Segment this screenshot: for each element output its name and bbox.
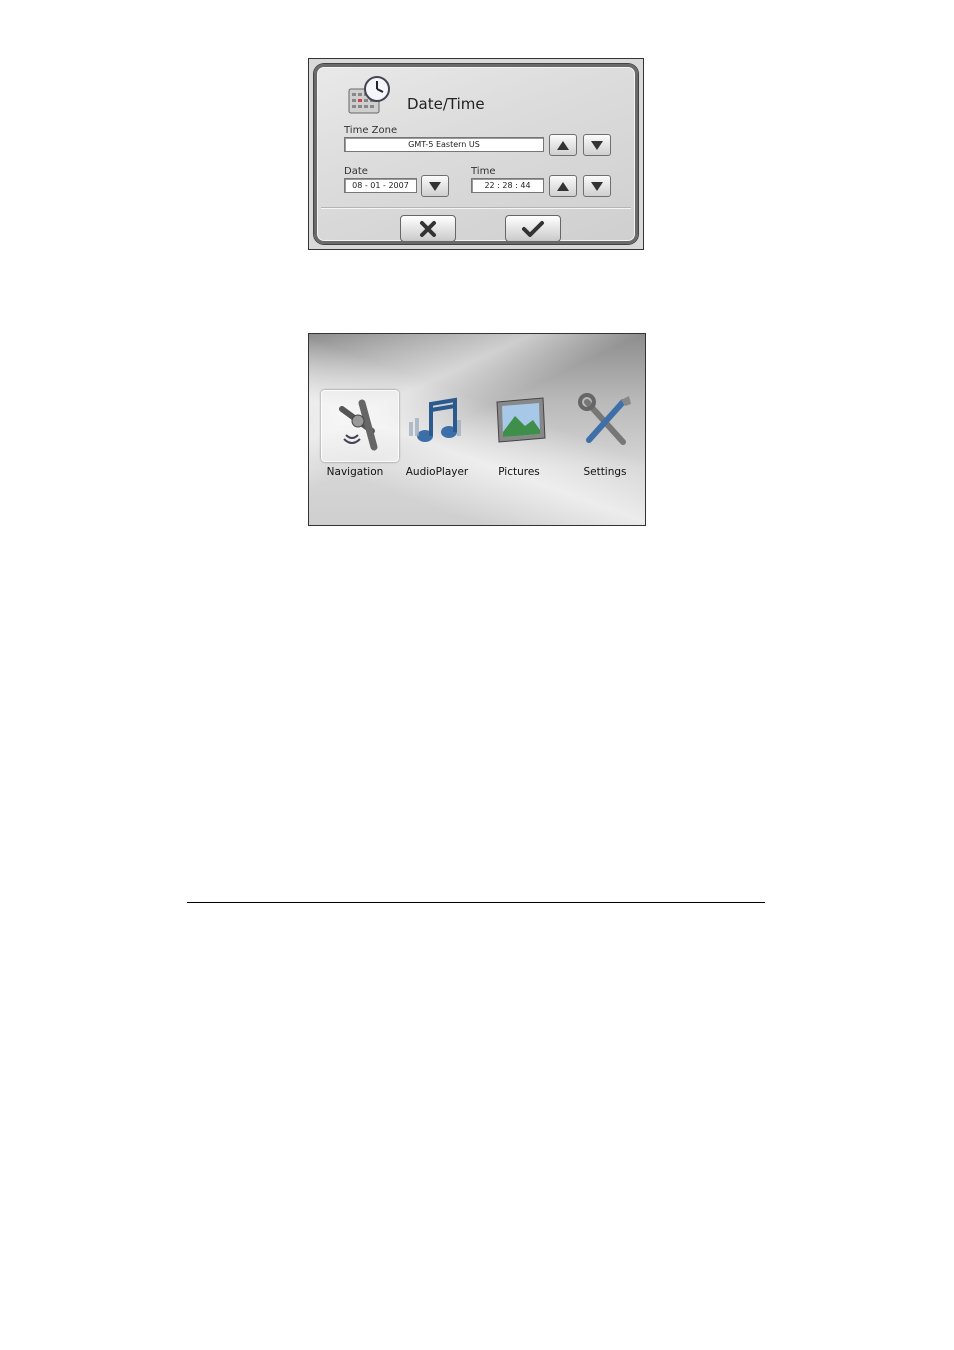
datetime-dialog: Date/Time Time Zone GMT-5 Eastern US Dat… — [314, 64, 638, 244]
time-zone-down-button[interactable] — [583, 134, 611, 156]
menu-label: Navigation — [326, 466, 384, 478]
time-zone-field[interactable]: GMT-5 Eastern US — [344, 137, 544, 152]
arrow-down-icon — [591, 181, 603, 191]
ok-button[interactable] — [505, 215, 561, 242]
calendar-clock-icon — [348, 76, 390, 114]
menu-item-settings[interactable]: Settings — [565, 390, 645, 478]
time-label: Time — [471, 166, 496, 177]
pictures-icon-frame — [489, 392, 549, 452]
footer-rule — [187, 902, 765, 903]
time-zone-up-button[interactable] — [549, 134, 577, 156]
picture-frame-icon — [496, 397, 546, 443]
cancel-button[interactable] — [400, 215, 456, 242]
audioplayer-icon-frame — [407, 392, 467, 452]
menu-item-pictures[interactable]: Pictures — [479, 390, 559, 478]
close-icon — [420, 220, 436, 237]
arrow-down-icon — [429, 181, 441, 191]
main-menu-screenshot: Navigation AudioPlayer Pictures Settings — [308, 333, 646, 526]
wrench-screwdriver-icon — [578, 393, 631, 445]
navigation-icon-frame — [321, 390, 399, 462]
date-label: Date — [344, 166, 368, 177]
date-field[interactable]: 08 - 01 - 2007 — [344, 178, 417, 193]
menu-label: Pictures — [498, 466, 540, 478]
time-up-button[interactable] — [549, 175, 577, 197]
music-notes-icon — [409, 397, 461, 442]
time-zone-label: Time Zone — [344, 125, 398, 136]
menu-item-audioplayer[interactable]: AudioPlayer — [397, 390, 477, 478]
time-field[interactable]: 22 : 28 : 44 — [471, 178, 544, 193]
navigation-icon — [339, 399, 378, 451]
arrow-up-icon — [557, 181, 569, 191]
divider — [321, 207, 631, 208]
checkmark-icon — [522, 220, 544, 237]
menu-label: Settings — [583, 466, 627, 478]
arrow-up-icon — [557, 140, 569, 150]
settings-icon-frame — [575, 392, 635, 452]
dialog-title: Date/Time — [407, 95, 485, 113]
menu-label: AudioPlayer — [405, 466, 469, 478]
datetime-screenshot: Date/Time Time Zone GMT-5 Eastern US Dat… — [308, 58, 644, 250]
date-down-button[interactable] — [421, 175, 449, 197]
arrow-down-icon — [591, 140, 603, 150]
time-down-button[interactable] — [583, 175, 611, 197]
menu-item-navigation[interactable]: Navigation — [315, 390, 399, 478]
